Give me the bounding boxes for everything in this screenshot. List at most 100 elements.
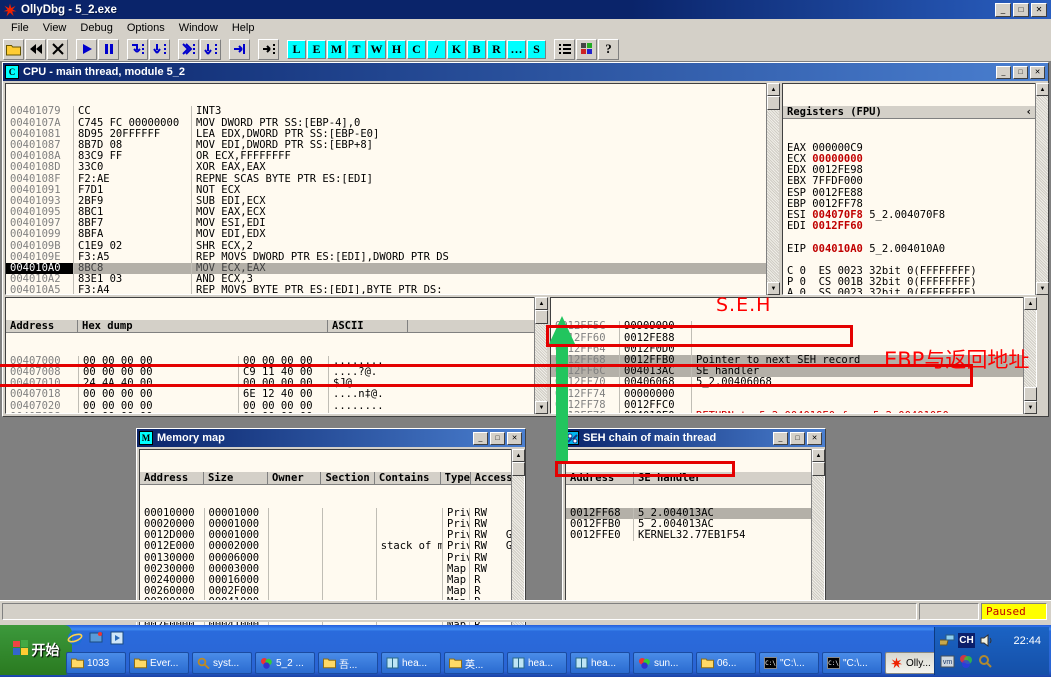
toolbar-run-trace-button[interactable]: …	[507, 39, 526, 59]
options-list-icon[interactable]	[554, 38, 575, 60]
scroll-thumb[interactable]	[1024, 387, 1037, 401]
taskbar-button[interactable]: C:\ "C:\...	[759, 652, 819, 674]
seh-maximize-button[interactable]: □	[790, 431, 805, 445]
seh-close-button[interactable]: ✕	[807, 431, 822, 445]
memory-map-row[interactable]: 00240000 00016000 Map R	[140, 574, 524, 587]
taskbar-button[interactable]: 1033	[66, 652, 126, 674]
trace-over-icon[interactable]	[200, 38, 221, 60]
toolbar-cpu-button[interactable]: C	[407, 39, 426, 59]
toolbar-source-button[interactable]: S	[527, 39, 546, 59]
scroll-track[interactable]	[812, 476, 824, 617]
disassembly-row[interactable]: 0040108D 33C0 XOR EAX,EAX	[6, 162, 777, 174]
stack-row[interactable]: 0012FF5C 90909090	[551, 321, 1036, 333]
appearance-icon[interactable]	[576, 38, 597, 60]
scroll-track[interactable]	[1024, 310, 1036, 387]
seh-minimize-button[interactable]: _	[773, 431, 788, 445]
toolbar-patches-button[interactable]: /	[427, 39, 446, 59]
seh-chain-row[interactable]: 0012FFE0 KERNEL32.77EB1F54	[566, 529, 824, 542]
taskbar-button[interactable]: syst...	[192, 652, 252, 674]
registers-pane[interactable]: Registers (FPU) ‹ EAX 000000C9 ECX 000000…	[782, 83, 1037, 295]
toolbar-call-stack-button[interactable]: K	[447, 39, 466, 59]
taskbar-button[interactable]: C:\ "C:\...	[822, 652, 882, 674]
cpu-minimize-button[interactable]: _	[996, 65, 1011, 79]
network-icon[interactable]	[939, 633, 955, 649]
taskbar-button[interactable]: hea...	[570, 652, 630, 674]
scroll-down-button[interactable]: ▼	[1036, 282, 1049, 295]
memory-map-maximize-button[interactable]: □	[490, 431, 505, 445]
menu-item-window[interactable]: Window	[172, 20, 225, 36]
vm-icon[interactable]: vm	[939, 654, 955, 670]
mm-col-type[interactable]: Type	[441, 472, 471, 485]
taskbar-button[interactable]: 吾...	[318, 652, 378, 674]
pause-icon[interactable]	[98, 38, 119, 60]
hex-dump-row[interactable]: 0040702800 00 00 0000 00 00 00........	[6, 411, 545, 413]
minimize-button[interactable]: _	[995, 2, 1011, 17]
ime-ch-icon[interactable]: CH	[958, 633, 975, 648]
memory-map-close-button[interactable]: ✕	[507, 431, 522, 445]
seh-chain-scrollbar[interactable]: ▲	[811, 449, 825, 617]
memory-map-row[interactable]: 00130000 00006000 Priv RW	[140, 552, 524, 564]
restart-icon[interactable]	[25, 38, 46, 60]
memory-map-row[interactable]: 0012D00000001000PrivRW Gua:	[140, 530, 524, 542]
toolbar-executables-button[interactable]: E	[307, 39, 326, 59]
seh-col-handler[interactable]: SE handler	[634, 472, 824, 484]
mm-col-owner[interactable]: Owner	[268, 472, 322, 485]
scroll-up-button[interactable]: ▲	[512, 449, 525, 462]
disassembly-row[interactable]: 0040109E F3:A5 REP MOVS DWORD PTR ES:[EDI]…	[6, 251, 777, 264]
search-icon[interactable]	[977, 654, 993, 670]
internet-explorer-icon[interactable]	[66, 630, 83, 647]
memory-map-row[interactable]: 00260000 0002F000 Map R	[140, 586, 524, 598]
scroll-thumb[interactable]	[535, 310, 548, 324]
disassembly-row[interactable]: 00401093 2BF9 SUB EDI,ECX	[6, 195, 777, 208]
color-icon[interactable]	[958, 654, 974, 670]
stack-pane[interactable]: 0012FF5C 90909090 0012FF60 0012FE88 0012FF64…	[550, 297, 1037, 414]
scroll-up-button[interactable]: ▲	[767, 83, 780, 96]
memory-map-row[interactable]: 00010000 00001000 Priv RW	[140, 507, 524, 519]
stack-scrollbar[interactable]: ▲ ▼	[1023, 297, 1037, 414]
media-player-icon[interactable]	[108, 630, 125, 647]
toolbar-threads-button[interactable]: T	[347, 39, 366, 59]
scroll-up-button[interactable]: ▲	[812, 449, 825, 462]
hex-dump-pane[interactable]: Address Hex dump ASCII 00407000 00 00 00 …	[5, 297, 546, 414]
maximize-button[interactable]: □	[1013, 2, 1029, 17]
show-desktop-icon[interactable]	[87, 630, 104, 647]
scroll-thumb[interactable]	[767, 96, 780, 110]
registers-scrollbar[interactable]: ▲ ▼	[1035, 83, 1049, 295]
close-icon[interactable]	[47, 38, 68, 60]
disassembly-pane[interactable]: 00401079 CC INT3 0040107A C745 FC 00000000 MO…	[5, 83, 778, 295]
menu-item-help[interactable]: Help	[225, 20, 262, 36]
toolbar-references-button[interactable]: R	[487, 39, 506, 59]
register-flag-a[interactable]: A 0 SS 0023 32bit 0(FFFFFFFF)	[783, 288, 1036, 294]
dump-col-ascii[interactable]: ASCII	[328, 320, 408, 333]
seh-col-address[interactable]: Address	[566, 472, 634, 485]
stack-row[interactable]: 0012FF7C004010E0RETURN to 5_2.004010E0 f…	[551, 410, 1036, 413]
menu-item-options[interactable]: Options	[120, 20, 172, 36]
step-into-icon[interactable]	[127, 38, 148, 60]
mm-col-size[interactable]: Size	[204, 472, 269, 485]
hex-dump-row[interactable]: 00407018 00 00 00 00 6E 12 40 00 ....n‡@.	[6, 389, 545, 401]
close-button[interactable]: ✕	[1031, 2, 1047, 17]
scroll-down-button[interactable]: ▼	[767, 282, 780, 295]
help-icon[interactable]: ?	[598, 38, 619, 60]
volume-icon[interactable]	[978, 633, 994, 649]
menu-item-view[interactable]: View	[36, 20, 74, 36]
mm-col-contains[interactable]: Contains	[375, 472, 441, 485]
hex-dump-scrollbar[interactable]: ▲ ▼	[534, 297, 548, 414]
memory-map-row[interactable]: 0012E00000002000stack of maPrivRW Gua:	[140, 541, 524, 553]
seh-chain-list[interactable]: Address SE handler 0012FF68 5_2.004013AC 0…	[565, 449, 825, 617]
taskbar-button[interactable]: hea...	[507, 652, 567, 674]
open-folder-icon[interactable]	[3, 38, 24, 60]
tray-clock[interactable]: 22:44	[1013, 635, 1045, 647]
scroll-up-button[interactable]: ▲	[535, 297, 548, 310]
registers-collapse-icon[interactable]: ‹	[1026, 106, 1032, 118]
disassembly-row[interactable]: 0040108A 83C9 FF OR ECX,FFFFFFFF	[6, 150, 777, 163]
cpu-maximize-button[interactable]: □	[1013, 65, 1028, 79]
step-over-icon[interactable]	[149, 38, 170, 60]
scroll-up-button[interactable]: ▲	[1024, 297, 1037, 310]
stack-row[interactable]: 0012FF70 00406068 5_2.00406068	[551, 377, 1036, 389]
taskbar-button[interactable]: 英...	[444, 652, 504, 674]
toolbar-windows-button[interactable]: W	[367, 39, 386, 59]
taskbar-button[interactable]: Ever...	[129, 652, 189, 674]
disassembly-row[interactable]: 00401095 8BC1 MOV EAX,ECX	[6, 206, 777, 219]
disassembly-row[interactable]: 00401097 8BF7 MOV ESI,EDI	[6, 218, 777, 230]
